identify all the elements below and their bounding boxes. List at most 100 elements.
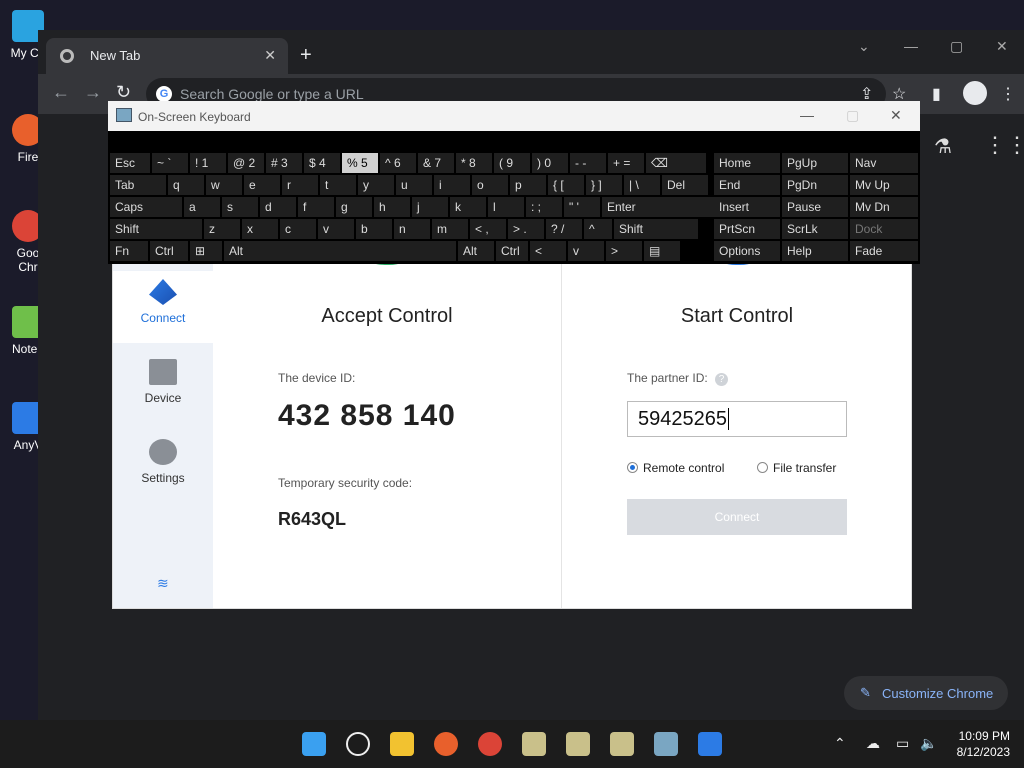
osk-key[interactable]: PrtScn (714, 219, 780, 239)
help-icon[interactable]: ? (715, 373, 729, 386)
osk-key[interactable]: ~ ` (152, 153, 188, 173)
osk-key[interactable]: Ctrl (496, 241, 528, 261)
chevron-up-icon[interactable]: ⌃ (834, 735, 846, 752)
osk-key[interactable]: Help (782, 241, 848, 261)
osk-key[interactable]: s (222, 197, 258, 217)
osk-key[interactable]: Shift (614, 219, 698, 239)
osk-key[interactable]: ! 1 (190, 153, 226, 173)
osk-key[interactable]: b (356, 219, 392, 239)
osk-key[interactable]: Tab (110, 175, 166, 195)
osk-key[interactable]: @ 2 (228, 153, 264, 173)
osk-key[interactable]: x (242, 219, 278, 239)
osk-key[interactable]: u (396, 175, 432, 195)
osk-key[interactable]: h (374, 197, 410, 217)
osk-key[interactable]: ▤ (644, 241, 680, 261)
osk-key[interactable]: & 7 (418, 153, 454, 173)
forward-button[interactable]: → (84, 82, 102, 103)
osk-key[interactable]: w (206, 175, 242, 195)
osk-key[interactable]: > (606, 241, 642, 261)
osk-key[interactable]: Fade (850, 241, 918, 261)
osk-key[interactable]: * 8 (456, 153, 492, 173)
osk-key[interactable]: Pause (782, 197, 848, 217)
osk-key[interactable]: { [ (548, 175, 584, 195)
close-window-button[interactable]: ✕ (996, 38, 1008, 55)
osk-key[interactable]: j (412, 197, 448, 217)
osk-key[interactable]: p (510, 175, 546, 195)
anydesk-icon[interactable] (698, 732, 722, 756)
profile-avatar[interactable] (963, 81, 987, 105)
osk-maximize-button[interactable]: ▢ (846, 107, 859, 124)
osk-minimize-button[interactable]: — (800, 107, 814, 123)
osk-key[interactable]: g (336, 197, 372, 217)
osk-key[interactable]: ? / (546, 219, 582, 239)
osk-key[interactable]: v (568, 241, 604, 261)
osk-key[interactable]: Ctrl (150, 241, 188, 261)
osk-key[interactable]: ⌫ (646, 153, 706, 173)
osk-close-button[interactable]: ✕ (890, 107, 902, 124)
osk-key[interactable]: i (434, 175, 470, 195)
osk-key[interactable]: End (714, 175, 780, 195)
osk-key[interactable]: PgDn (782, 175, 848, 195)
osk-key[interactable]: ) 0 (532, 153, 568, 173)
osk-key[interactable]: Insert (714, 197, 780, 217)
osk-key[interactable]: o (472, 175, 508, 195)
osk-key[interactable]: ⊞ (190, 241, 222, 261)
osk-key[interactable]: $ 4 (304, 153, 340, 173)
osk-key[interactable]: Mv Dn (850, 197, 918, 217)
osk-key[interactable]: # 3 (266, 153, 302, 173)
notepad-icon[interactable] (522, 732, 546, 756)
osk-key[interactable]: ScrLk (782, 219, 848, 239)
side-panel-icon[interactable]: ▮ (932, 84, 941, 104)
osk-key[interactable]: v (318, 219, 354, 239)
osk-key[interactable]: " ' (564, 197, 600, 217)
osk-key[interactable]: + = (608, 153, 644, 173)
apps-grid-icon[interactable]: ⋮⋮ (984, 132, 1024, 158)
on-screen-keyboard-icon[interactable] (654, 732, 678, 756)
osk-key[interactable]: % 5 (342, 153, 378, 173)
radio-remote-control[interactable]: Remote control (627, 461, 724, 475)
file-explorer-icon[interactable] (390, 732, 414, 756)
reload-button[interactable]: ↻ (116, 82, 131, 103)
start-windows-icon[interactable] (302, 732, 326, 756)
network-icon[interactable]: ☁ (866, 735, 880, 752)
tab-search-icon[interactable]: ⌄ (858, 38, 870, 55)
osk-key[interactable]: r (282, 175, 318, 195)
firefox-icon[interactable] (434, 732, 458, 756)
maximize-button[interactable]: ▢ (950, 38, 963, 55)
osk-key[interactable]: Del (662, 175, 708, 195)
osk-key[interactable]: k (450, 197, 486, 217)
osk-key[interactable]: Fn (110, 241, 148, 261)
osk-key[interactable]: e (244, 175, 280, 195)
osk-key[interactable]: f (298, 197, 334, 217)
osk-key[interactable]: Alt (458, 241, 494, 261)
osk-key[interactable]: n (394, 219, 430, 239)
new-tab-button[interactable]: + (300, 44, 312, 67)
osk-key[interactable]: y (358, 175, 394, 195)
osk-key[interactable]: t (320, 175, 356, 195)
radio-file-transfer[interactable]: File transfer (757, 461, 836, 475)
osk-key[interactable]: ( 9 (494, 153, 530, 173)
osk-key[interactable]: z (204, 219, 240, 239)
osk-key[interactable]: < (530, 241, 566, 261)
osk-key[interactable]: Mv Up (850, 175, 918, 195)
osk-key[interactable]: Caps (110, 197, 182, 217)
notepad-icon[interactable] (566, 732, 590, 756)
osk-key[interactable]: : ; (526, 197, 562, 217)
osk-key[interactable]: l (488, 197, 524, 217)
chrome-icon[interactable] (478, 732, 502, 756)
connect-button[interactable]: Connect (627, 499, 847, 535)
osk-key[interactable]: Dock (850, 219, 918, 239)
close-tab-icon[interactable]: ✕ (264, 47, 276, 64)
osk-key[interactable]: PgUp (782, 153, 848, 173)
osk-key[interactable]: < , (470, 219, 506, 239)
osk-key[interactable]: q (168, 175, 204, 195)
menu-icon[interactable]: ⋮ (1000, 84, 1016, 104)
osk-key[interactable]: } ] (586, 175, 622, 195)
clock[interactable]: 10:09 PM 8/12/2023 (957, 728, 1010, 760)
osk-key[interactable]: m (432, 219, 468, 239)
osk-key[interactable]: - - (570, 153, 606, 173)
sidebar-item-settings[interactable]: Settings (113, 439, 213, 485)
minimize-button[interactable]: — (904, 38, 918, 54)
customize-chrome-button[interactable]: ✎ Customize Chrome (844, 676, 1008, 710)
osk-key[interactable]: Enter (602, 197, 718, 217)
